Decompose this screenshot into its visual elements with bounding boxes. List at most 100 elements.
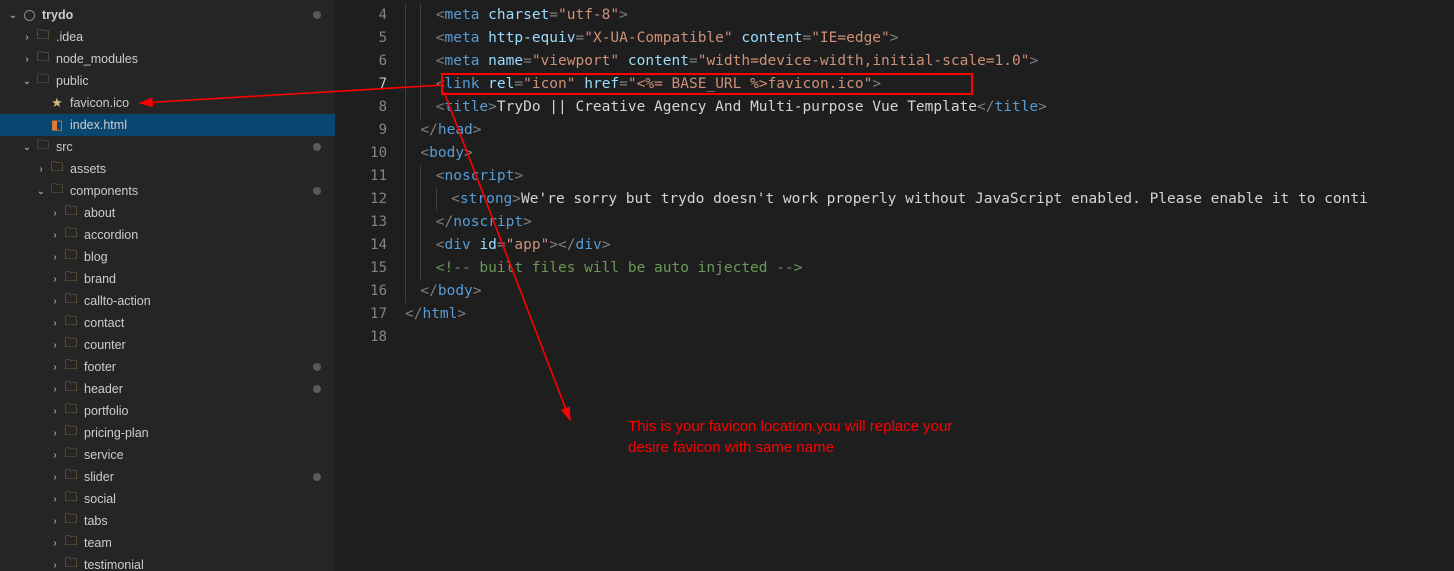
code-line-12[interactable]: <strong>We're sorry but trydo doesn't wo… bbox=[405, 188, 1454, 211]
chevron-icon[interactable]: › bbox=[48, 252, 62, 263]
tree-row-favicon-ico[interactable]: ★favicon.ico bbox=[0, 92, 335, 114]
code-line-15[interactable]: <!-- built files will be auto injected -… bbox=[405, 257, 1454, 280]
chevron-icon[interactable]: › bbox=[48, 472, 62, 483]
tree-row-callto-action[interactable]: ›🗀callto-action bbox=[0, 290, 335, 312]
line-number: 15 bbox=[335, 257, 405, 280]
chevron-icon[interactable]: › bbox=[48, 428, 62, 439]
chevron-icon[interactable]: › bbox=[48, 340, 62, 351]
chevron-icon[interactable]: › bbox=[48, 450, 62, 461]
tree-row-contact[interactable]: ›🗀contact bbox=[0, 312, 335, 334]
code-line-13[interactable]: </noscript> bbox=[405, 211, 1454, 234]
file-explorer[interactable]: ⌄trydo›🗀.idea›🗀node_modules⌄🗀public★favi… bbox=[0, 0, 335, 571]
code-line-17[interactable]: </html> bbox=[405, 303, 1454, 326]
tree-label: blog bbox=[84, 250, 108, 264]
chevron-icon[interactable]: › bbox=[48, 560, 62, 571]
chevron-icon[interactable]: › bbox=[48, 230, 62, 241]
chevron-icon[interactable]: › bbox=[48, 406, 62, 417]
tree-label: header bbox=[84, 382, 123, 396]
line-number: 16 bbox=[335, 280, 405, 303]
chevron-icon[interactable]: › bbox=[48, 362, 62, 373]
line-number: 8 bbox=[335, 96, 405, 119]
tree-row-footer[interactable]: ›🗀footer bbox=[0, 356, 335, 378]
tree-row-service[interactable]: ›🗀service bbox=[0, 444, 335, 466]
tree-row--idea[interactable]: ›🗀.idea bbox=[0, 26, 335, 48]
tree-label: service bbox=[84, 448, 124, 462]
tree-label: accordion bbox=[84, 228, 138, 242]
code-line-16[interactable]: </body> bbox=[405, 280, 1454, 303]
chevron-icon[interactable]: › bbox=[48, 318, 62, 329]
tree-row-assets[interactable]: ›🗀assets bbox=[0, 158, 335, 180]
code-line-11[interactable]: <noscript> bbox=[405, 165, 1454, 188]
tree-row-components[interactable]: ⌄🗀components bbox=[0, 180, 335, 202]
line-number: 11 bbox=[335, 165, 405, 188]
chevron-icon[interactable]: › bbox=[48, 208, 62, 219]
tree-row-tabs[interactable]: ›🗀tabs bbox=[0, 510, 335, 532]
code-line-8[interactable]: <title>TryDo || Creative Agency And Mult… bbox=[405, 96, 1454, 119]
tree-label: footer bbox=[84, 360, 116, 374]
tree-row-public[interactable]: ⌄🗀public bbox=[0, 70, 335, 92]
tree-row-slider[interactable]: ›🗀slider bbox=[0, 466, 335, 488]
tree-row-accordion[interactable]: ›🗀accordion bbox=[0, 224, 335, 246]
tree-label: callto-action bbox=[84, 294, 151, 308]
tree-label: contact bbox=[84, 316, 124, 330]
chevron-icon[interactable]: › bbox=[48, 384, 62, 395]
tree-label: public bbox=[56, 74, 89, 88]
tree-label: team bbox=[84, 536, 112, 550]
tree-row-blog[interactable]: ›🗀blog bbox=[0, 246, 335, 268]
code-line-18[interactable] bbox=[405, 326, 1454, 349]
chevron-icon[interactable]: › bbox=[48, 538, 62, 549]
tree-row-src[interactable]: ⌄🗀src bbox=[0, 136, 335, 158]
tree-label: social bbox=[84, 492, 116, 506]
chevron-icon[interactable]: › bbox=[34, 164, 48, 175]
tree-row-portfolio[interactable]: ›🗀portfolio bbox=[0, 400, 335, 422]
chevron-icon[interactable]: ⌄ bbox=[20, 142, 34, 153]
chevron-icon[interactable]: › bbox=[20, 54, 34, 65]
code-line-5[interactable]: <meta http-equiv="X-UA-Compatible" conte… bbox=[405, 27, 1454, 50]
tree-label: favicon.ico bbox=[70, 96, 129, 110]
chevron-icon[interactable]: › bbox=[48, 274, 62, 285]
tree-label: brand bbox=[84, 272, 116, 286]
tree-label: slider bbox=[84, 470, 114, 484]
dirty-indicator bbox=[313, 363, 321, 371]
tree-row-team[interactable]: ›🗀team bbox=[0, 532, 335, 554]
tree-row-trydo[interactable]: ⌄trydo bbox=[0, 4, 335, 26]
tree-row-node-modules[interactable]: ›🗀node_modules bbox=[0, 48, 335, 70]
line-number: 9 bbox=[335, 119, 405, 142]
dirty-indicator bbox=[313, 385, 321, 393]
tree-row-brand[interactable]: ›🗀brand bbox=[0, 268, 335, 290]
tree-row-social[interactable]: ›🗀social bbox=[0, 488, 335, 510]
chevron-icon[interactable]: › bbox=[48, 494, 62, 505]
code-line-6[interactable]: <meta name="viewport" content="width=dev… bbox=[405, 50, 1454, 73]
line-number: 14 bbox=[335, 234, 405, 257]
tree-label: testimonial bbox=[84, 558, 144, 571]
chevron-icon[interactable]: ⌄ bbox=[34, 186, 48, 197]
code-line-9[interactable]: </head> bbox=[405, 119, 1454, 142]
code-line-14[interactable]: <div id="app"></div> bbox=[405, 234, 1454, 257]
chevron-icon[interactable]: › bbox=[48, 296, 62, 307]
chevron-icon[interactable]: › bbox=[48, 516, 62, 527]
tree-row-header[interactable]: ›🗀header bbox=[0, 378, 335, 400]
dirty-indicator bbox=[313, 473, 321, 481]
tree-label: portfolio bbox=[84, 404, 128, 418]
chevron-icon[interactable]: ⌄ bbox=[6, 10, 20, 21]
tree-row-pricing-plan[interactable]: ›🗀pricing-plan bbox=[0, 422, 335, 444]
tree-row-about[interactable]: ›🗀about bbox=[0, 202, 335, 224]
tree-label: assets bbox=[70, 162, 106, 176]
chevron-icon[interactable]: ⌄ bbox=[20, 76, 34, 87]
tree-row-testimonial[interactable]: ›🗀testimonial bbox=[0, 554, 335, 571]
chevron-icon[interactable]: › bbox=[20, 32, 34, 43]
line-number: 13 bbox=[335, 211, 405, 234]
code-line-4[interactable]: <meta charset="utf-8"> bbox=[405, 4, 1454, 27]
editor[interactable]: 456789101112131415161718 <meta charset="… bbox=[335, 0, 1454, 571]
tree-label: src bbox=[56, 140, 73, 154]
tree-row-index-html[interactable]: ◧index.html bbox=[0, 114, 335, 136]
line-number: 7 bbox=[335, 73, 405, 96]
line-number: 6 bbox=[335, 50, 405, 73]
code-line-10[interactable]: <body> bbox=[405, 142, 1454, 165]
tree-row-counter[interactable]: ›🗀counter bbox=[0, 334, 335, 356]
line-number: 18 bbox=[335, 326, 405, 349]
code-area[interactable]: <meta charset="utf-8"> <meta http-equiv=… bbox=[405, 0, 1454, 571]
line-number: 17 bbox=[335, 303, 405, 326]
code-line-7[interactable]: <link rel="icon" href="<%= BASE_URL %>fa… bbox=[405, 73, 1454, 96]
line-number: 5 bbox=[335, 27, 405, 50]
